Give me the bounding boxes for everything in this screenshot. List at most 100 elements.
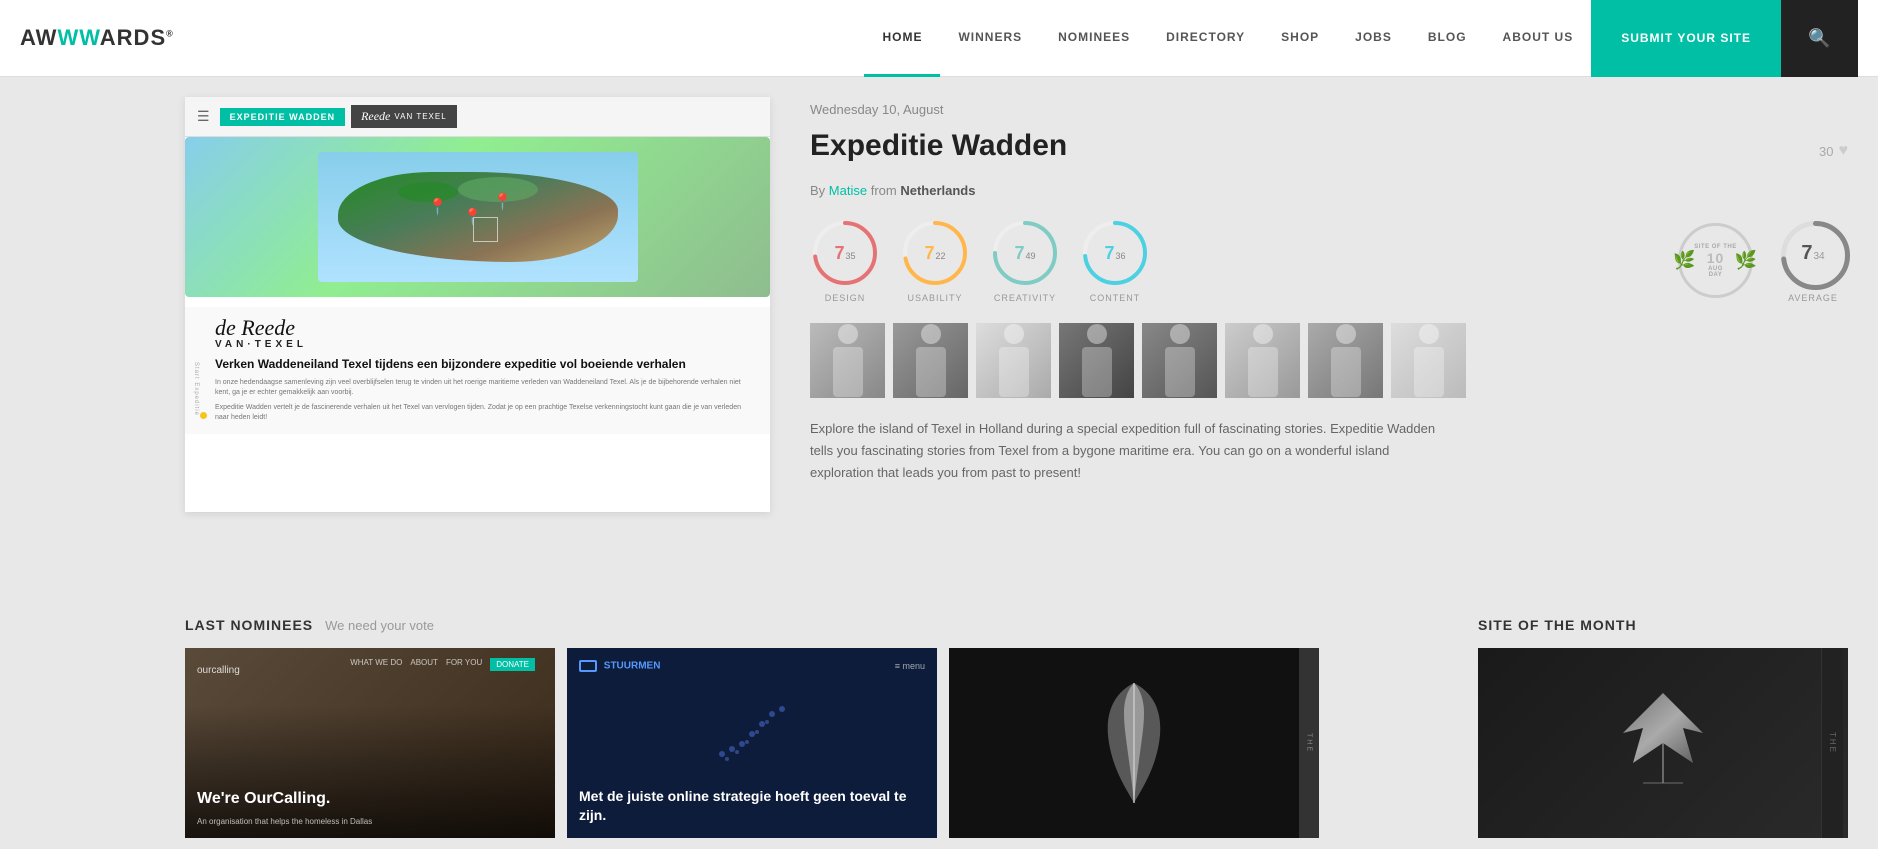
count-value: 30 (1819, 144, 1833, 159)
preview-van-texel: VAN·TEXEL (215, 339, 750, 350)
side-bar: THE (1299, 648, 1319, 838)
site-info: Wednesday 10, August Expeditie Wadden 30… (810, 97, 1848, 577)
lower-section: LAST NOMINEES We need your vote WHAT WE … (0, 597, 1878, 838)
nominees-section: LAST NOMINEES We need your vote WHAT WE … (185, 617, 1438, 838)
jury-avatar-3[interactable] (976, 323, 1051, 398)
stuurmen-visual (579, 682, 925, 787)
third-bg: THE (949, 648, 1319, 838)
sotm-card[interactable]: THE (1478, 648, 1848, 838)
sotm-title: SITE OF THE MONTH (1478, 617, 1637, 633)
site-title: Expeditie Wadden (810, 129, 1067, 163)
hamburger-icon: ☰ (197, 108, 210, 125)
usability-label: USABILITY (907, 293, 962, 303)
score-creativity: 749 CREATIVITY (990, 218, 1060, 303)
nav-home[interactable]: HOME (864, 0, 940, 77)
usability-value: 722 (924, 243, 945, 264)
design-label: DESIGN (825, 293, 866, 303)
creativity-value: 749 (1014, 243, 1035, 264)
map-pin-3: 📍 (493, 192, 513, 212)
preview-script-heading: de Reede (215, 317, 750, 339)
nav-directory[interactable]: DIRECTORY (1148, 0, 1263, 77)
creativity-label: CREATIVITY (994, 293, 1056, 303)
sotd-date: 10 (1707, 250, 1725, 266)
preview-body1: In onze hedendaagse samenleving zijn vee… (215, 378, 750, 399)
nav-nominees[interactable]: NOMINEES (1040, 0, 1148, 77)
stuurmen-top: STUURMEN ≡ menu (579, 660, 925, 672)
score-content: 736 CONTENT (1080, 218, 1150, 303)
average-value: 734 (1801, 242, 1824, 265)
site-author: By Matise from Netherlands (810, 183, 1848, 198)
scores-row: 735 DESIGN 722 USABILITY (810, 218, 1848, 303)
nav-shop[interactable]: SHOP (1263, 0, 1337, 77)
nav-blog[interactable]: BLOG (1410, 0, 1485, 77)
score-design: 735 DESIGN (810, 218, 880, 303)
score-usability: 722 USABILITY (900, 218, 970, 303)
navigation: AWWWARDS® HOME WINNERS NOMINEES DIRECTOR… (0, 0, 1878, 77)
heart-count[interactable]: 30 ♥ (1819, 142, 1848, 160)
preview-dot (200, 412, 207, 419)
jury-avatar-4[interactable] (1059, 323, 1134, 398)
score-average: 734 AVERAGE (1778, 218, 1848, 303)
laurel-right-icon: 🌿 (1735, 250, 1758, 271)
thumb-nav-1: WHAT WE DO ABOUT FOR YOU DONATE (350, 658, 535, 671)
nav-links: HOME WINNERS NOMINEES DIRECTORY SHOP JOB… (864, 0, 1858, 77)
main-content: ☰ EXPEDITIE WADDEN Reede VAN TEXEL 📍 📍 � (0, 77, 1878, 597)
search-button[interactable]: 🔍 (1781, 0, 1858, 77)
laurel-left-icon: 🌿 (1673, 250, 1696, 271)
stuurmen-heading: Met de juiste online strategie hoeft gee… (579, 787, 925, 826)
stuurmen-menu: ≡ menu (895, 661, 925, 671)
site-date: Wednesday 10, August (810, 102, 1848, 117)
stuurmen-chart (712, 694, 792, 774)
sotd-badge: 🌿 🌿 SITE OF THE 10 AUG DAY (1678, 223, 1753, 298)
ourcalling-sub: An organisation that helps the homeless … (197, 817, 372, 826)
preview-start-label: Start Expeditie (193, 362, 199, 416)
content-value: 736 (1104, 243, 1125, 264)
nominee-card-3[interactable]: THE (949, 648, 1319, 838)
jury-avatar-8[interactable] (1391, 323, 1466, 398)
jury-avatar-7[interactable] (1308, 323, 1383, 398)
sotm-section: SITE OF THE MONTH (1478, 617, 1878, 838)
sotd-day: DAY (1709, 272, 1723, 278)
third-visual (1074, 668, 1194, 818)
design-value: 735 (834, 243, 855, 264)
preview-topbar: ☰ EXPEDITIE WADDEN Reede VAN TEXEL (185, 97, 770, 137)
site-preview[interactable]: ☰ EXPEDITIE WADDEN Reede VAN TEXEL 📍 📍 � (185, 97, 770, 512)
logo[interactable]: AWWWARDS® (20, 25, 174, 51)
nominee-card-2[interactable]: STUURMEN ≡ menu (567, 648, 937, 838)
preview-body2: Expeditie Wadden vertelt je de fascinere… (215, 403, 750, 424)
submit-site-button[interactable]: SUBMIT YOUR SITE (1591, 0, 1781, 77)
ourcalling-logo: ourcalling (197, 660, 240, 678)
preview-island: 📍 📍 📍 (185, 137, 770, 297)
map-pin-1: 📍 (428, 197, 448, 217)
ourcalling-heading: We're OurCalling. (197, 790, 330, 808)
nominee-card-1[interactable]: WHAT WE DO ABOUT FOR YOU DONATE ourcalli… (185, 648, 555, 838)
from-label: from (871, 183, 901, 198)
nominees-subtitle: We need your vote (325, 618, 434, 633)
jury-avatar-6[interactable] (1225, 323, 1300, 398)
script-text: Reede (361, 109, 390, 124)
feather-svg (1084, 673, 1184, 813)
preview-tab1: EXPEDITIE WADDEN (220, 108, 346, 126)
stuurmen-bg: STUURMEN ≡ menu (567, 648, 937, 838)
average-label: AVERAGE (1788, 293, 1838, 303)
content-label: CONTENT (1090, 293, 1141, 303)
nav-about[interactable]: ABOUT US (1485, 0, 1592, 77)
preview-tab2: Reede VAN TEXEL (351, 105, 457, 128)
nominees-header: LAST NOMINEES We need your vote (185, 617, 1438, 633)
site-description: Explore the island of Texel in Holland d… (810, 418, 1450, 484)
preview-text-area: de Reede VAN·TEXEL Verken Waddeneiland T… (185, 307, 770, 434)
jury-avatars (810, 323, 1848, 398)
nav-winners[interactable]: WINNERS (940, 0, 1040, 77)
heart-icon: ♥ (1839, 142, 1849, 160)
jury-avatar-1[interactable] (810, 323, 885, 398)
sotm-bg: THE (1478, 648, 1848, 838)
sotm-header: SITE OF THE MONTH (1478, 617, 1878, 633)
sotm-visual-svg (1583, 683, 1743, 803)
sotm-side-text: THE (1821, 648, 1843, 838)
nav-jobs[interactable]: JOBS (1337, 0, 1410, 77)
stuurmen-logo: STUURMEN (579, 660, 660, 672)
author-link[interactable]: Matise (829, 183, 867, 198)
jury-avatar-5[interactable] (1142, 323, 1217, 398)
jury-avatar-2[interactable] (893, 323, 968, 398)
search-icon: 🔍 (1808, 28, 1830, 49)
